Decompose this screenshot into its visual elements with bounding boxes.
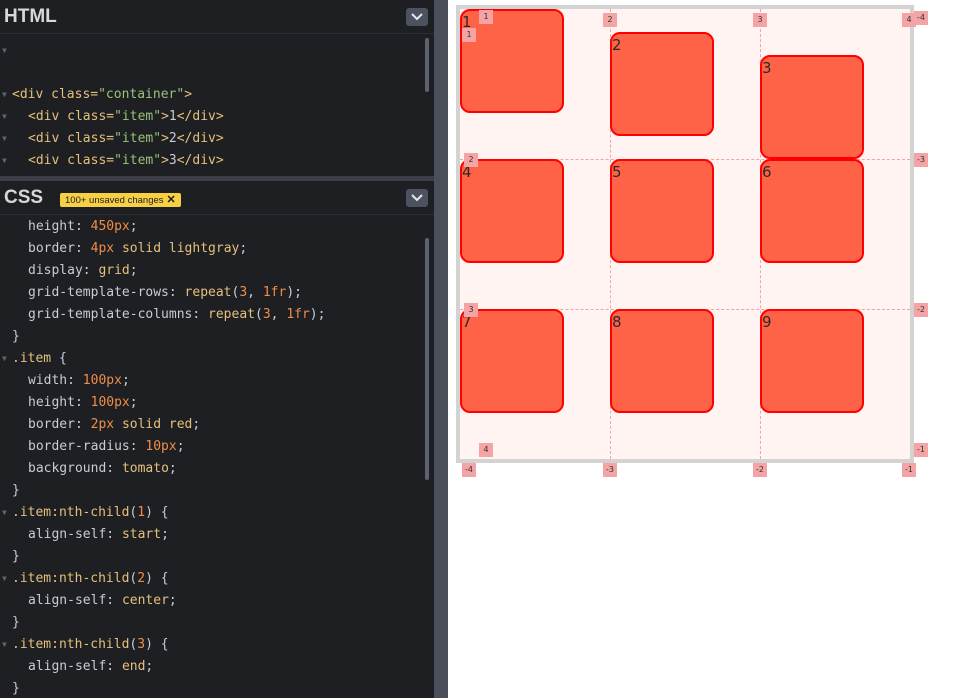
close-icon[interactable]: ✕ (167, 193, 176, 207)
grid-item[interactable]: 3 (760, 55, 864, 159)
grid-line-label: -3 (914, 153, 928, 167)
html-panel-title: HTML (4, 6, 57, 27)
grid-item[interactable]: 5 (610, 159, 714, 263)
chevron-down-icon (411, 194, 423, 202)
grid-line-label: 2 (603, 13, 617, 27)
grid-item[interactable]: 9 (760, 309, 864, 413)
code-line: ▼ <div class="item">4</div> (2, 156, 7, 165)
css-code-area[interactable]: height: 450px; border: 4px solid lightgr… (0, 216, 426, 698)
html-panel-header: HTML (0, 0, 434, 34)
html-code-area[interactable]: ▼ <div class="container"> ▼ <div class="… (0, 40, 426, 174)
css-panel-header: CSS 100+ unsaved changes ✕ (0, 181, 434, 215)
grid-line-label: -1 (902, 463, 916, 477)
grid-line-label: 3 (464, 303, 478, 317)
html-collapse-button[interactable] (406, 8, 428, 26)
html-scrollbar[interactable] (425, 38, 429, 92)
code-line: ▼ <div class="item">5</div> (0, 150, 47, 172)
grid-line-label: 1 (462, 28, 476, 42)
css-panel-title: CSS (4, 187, 44, 208)
grid-line-label: 3 (753, 13, 767, 27)
grid-line-label: -1 (914, 443, 928, 457)
unsaved-changes-badge[interactable]: 100+ unsaved changes ✕ (60, 193, 181, 207)
grid-item[interactable]: 2 (610, 32, 714, 136)
grid-item[interactable]: 8 (610, 309, 714, 413)
grid-line-label: -2 (914, 303, 928, 317)
grid-line-label: -2 (753, 463, 767, 477)
grid-line-label: 2 (464, 153, 478, 167)
resize-handle[interactable] (434, 0, 448, 698)
code-line: ▼ <div class="container"> (2, 46, 193, 102)
css-collapse-button[interactable] (406, 189, 428, 207)
grid-item[interactable]: 4 (460, 159, 564, 263)
grid-item[interactable]: 6 (760, 159, 864, 263)
code-line: ▼ <div class="item">1</div> (2, 90, 224, 124)
grid-line-label: 4 (479, 443, 493, 457)
grid-line-label: -3 (603, 463, 617, 477)
code-line: ▼ <div class="item">2</div> (2, 112, 224, 146)
css-scrollbar[interactable] (425, 238, 429, 480)
grid-item[interactable]: 1 (460, 9, 564, 113)
grid-line-label: -4 (914, 11, 928, 25)
grid-item[interactable]: 7 (460, 309, 564, 413)
chevron-down-icon (411, 13, 423, 21)
grid-line-label: 1 (479, 10, 493, 24)
code-line: ▼ <div class="item">3</div> (2, 134, 224, 168)
grid-line-label: -4 (462, 463, 476, 477)
code-editor: HTML ▼ <div class="container"> ▼ <div cl… (0, 0, 434, 698)
